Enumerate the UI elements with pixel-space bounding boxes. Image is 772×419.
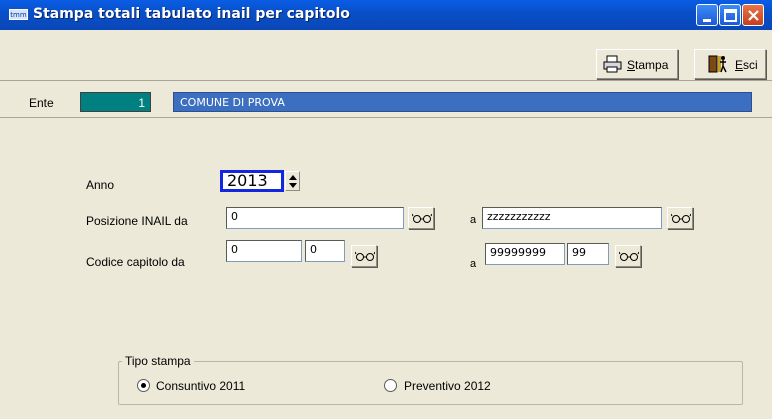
spin-arrows-icon (289, 175, 297, 188)
glasses-icon (619, 251, 639, 261)
posizione-da-lookup-button[interactable] (408, 207, 434, 229)
codice-a-label: a (470, 258, 477, 270)
glasses-icon (355, 251, 375, 261)
minimize-button[interactable] (696, 4, 718, 26)
glasses-icon (412, 213, 432, 223)
codice-da-1-input[interactable]: 0 (226, 240, 302, 262)
ente-code-field: 1 (80, 92, 151, 112)
tipo-stampa-legend: Tipo stampa (122, 354, 194, 368)
posizione-a-lookup-button[interactable] (667, 207, 693, 229)
stampa-button[interactable]: Stampa (596, 49, 678, 79)
preventivo-radio[interactable] (384, 379, 397, 392)
posizione-label: Posizione INAIL da (86, 214, 188, 228)
anno-spinner[interactable] (285, 171, 300, 191)
codice-label: Codice capitolo da (86, 255, 185, 269)
posizione-da-input[interactable]: 0 (226, 207, 404, 229)
consuntivo-label[interactable]: Consuntivo 2011 (156, 379, 245, 393)
minimize-icon (703, 19, 711, 22)
codice-da-lookup-button[interactable] (351, 245, 377, 267)
maximize-icon (724, 9, 737, 22)
codice-a-2-input[interactable]: 99 (567, 243, 609, 265)
title-bar: tmm Stampa totali tabulato inail per cap… (0, 0, 772, 30)
ente-name-field: COMUNE DI PROVA (173, 92, 752, 112)
close-icon (748, 10, 759, 21)
close-button[interactable] (742, 4, 764, 26)
anno-input[interactable]: 2013 (220, 170, 284, 192)
codice-da-2-input[interactable]: 0 (305, 240, 345, 262)
ente-bar: Ente 1 COMUNE DI PROVA (0, 82, 772, 118)
window-title: Stampa totali tabulato inail per capitol… (33, 6, 350, 22)
glasses-icon (671, 213, 691, 223)
app-icon: tmm (9, 9, 28, 20)
anno-label: Anno (86, 178, 115, 192)
preventivo-label[interactable]: Preventivo 2012 (404, 379, 491, 393)
exit-door-icon (708, 55, 727, 73)
posizione-a-label: a (470, 214, 477, 226)
codice-a-lookup-button[interactable] (615, 245, 641, 267)
codice-a-1-input[interactable]: 99999999 (485, 243, 565, 265)
toolbar: Stampa Esci (0, 30, 772, 81)
stampa-label: Stampa (627, 58, 669, 72)
consuntivo-radio[interactable] (137, 379, 150, 392)
posizione-a-input[interactable]: zzzzzzzzzzz (482, 207, 662, 229)
esci-label: Esci (735, 58, 758, 72)
maximize-button[interactable] (719, 4, 741, 26)
printer-icon (603, 55, 622, 73)
esci-button[interactable]: Esci (694, 49, 766, 79)
ente-label: Ente (29, 96, 54, 110)
